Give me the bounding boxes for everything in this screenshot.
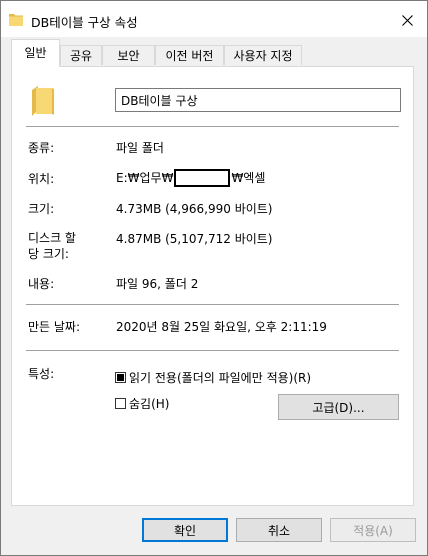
folder-icon [9, 14, 23, 26]
readonly-checkbox-row[interactable]: 읽기 전용(폴더의 파일에만 적용)(R) [115, 369, 311, 386]
hidden-checkbox-row[interactable]: 숨김(H) [115, 395, 169, 412]
general-tab-panel: 종류: 파일 폴더 위치: E:₩업무₩ ₩엑셀 크기: 4.73MB (4,9… [11, 66, 414, 506]
separator [26, 126, 399, 127]
ok-button[interactable]: 확인 [142, 518, 228, 542]
separator [26, 304, 399, 305]
readonly-checkbox[interactable] [115, 372, 126, 383]
properties-dialog: DB테이블 구상 속성 일반 공유 보안 이전 버전 사용자 지정 종류: 파일… [0, 0, 428, 556]
folder-name-input[interactable] [115, 88, 401, 112]
size-value: 4.73MB (4,966,990 바이트) [116, 202, 273, 216]
redacted-block [174, 169, 231, 187]
indeterminate-mark [117, 374, 124, 381]
advanced-button[interactable]: 고급(D)... [278, 394, 399, 420]
disk-size-label-line1: 디스크 할 [28, 231, 76, 245]
created-label: 만든 날짜: [28, 320, 81, 334]
folder-icon [32, 86, 54, 116]
readonly-label: 읽기 전용(폴더의 파일에만 적용)(R) [129, 371, 312, 385]
hidden-checkbox[interactable] [115, 398, 126, 409]
title-bar[interactable]: DB테이블 구상 속성 [1, 1, 427, 37]
window-title: DB테이블 구상 속성 [31, 15, 138, 30]
disk-size-value: 4.87MB (5,107,712 바이트) [116, 232, 273, 246]
disk-size-label-line2: 당 크기: [28, 247, 69, 261]
close-button[interactable] [393, 7, 421, 33]
close-icon [401, 14, 413, 26]
tab-bar: 일반 공유 보안 이전 버전 사용자 지정 [11, 39, 415, 67]
type-label: 종류: [28, 141, 55, 155]
tab-sharing[interactable]: 공유 [60, 45, 102, 65]
size-label: 크기: [28, 202, 55, 216]
tab-previous-versions[interactable]: 이전 버전 [155, 45, 224, 65]
location-value: E:₩업무₩ ₩엑셀 [116, 169, 265, 187]
type-value: 파일 폴더 [116, 141, 164, 155]
attributes-label: 특성: [28, 367, 55, 381]
contents-value: 파일 96, 폴더 2 [116, 277, 199, 291]
location-prefix: E:₩업무₩ [116, 170, 174, 185]
location-label: 위치: [28, 172, 55, 186]
created-value: 2020년 8월 25일 화요일, 오후 2:11:19 [116, 320, 327, 334]
tab-security[interactable]: 보안 [102, 45, 155, 65]
tab-customize[interactable]: 사용자 지정 [224, 45, 302, 65]
apply-button[interactable]: 적용(A) [330, 518, 416, 542]
cancel-button[interactable]: 취소 [236, 518, 322, 542]
contents-label: 내용: [28, 277, 55, 291]
tab-general[interactable]: 일반 [11, 39, 60, 67]
separator [26, 350, 399, 351]
hidden-label: 숨김(H) [129, 397, 170, 411]
location-suffix: ₩엑셀 [231, 170, 266, 185]
